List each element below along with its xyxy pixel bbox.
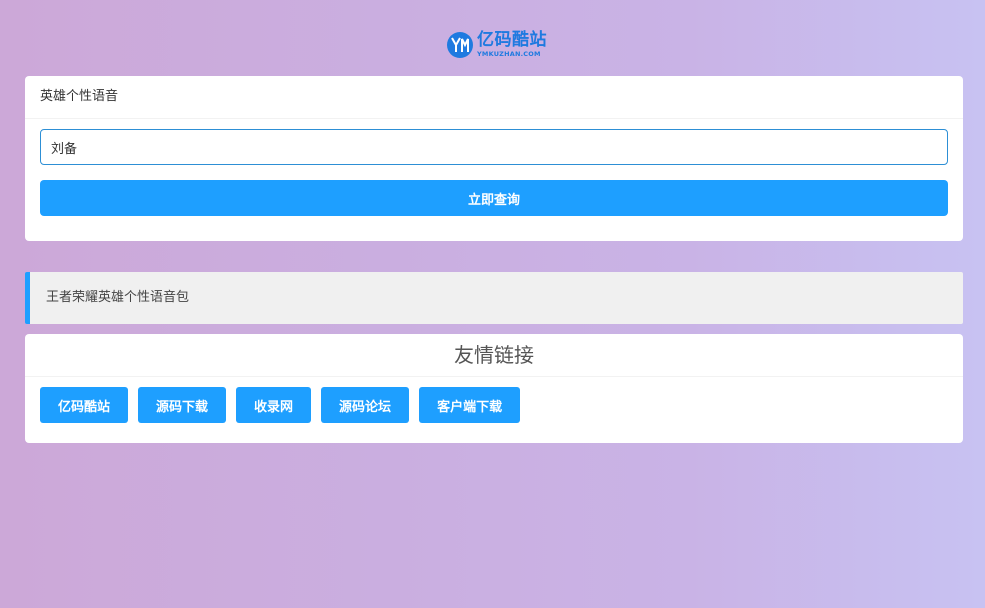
notice-banner: 王者荣耀英雄个性语音包 [25,272,963,324]
links-card-title: 友情链接 [25,334,963,377]
logo-text: 亿码酷站 YMKUZHAN.COM [477,32,547,58]
logo-mark-icon [447,32,473,58]
link-directory[interactable]: 收录网 [236,387,312,423]
links-card: 友情链接 亿码酷站 源码下载 收录网 源码论坛 客户端下载 [25,334,963,443]
site-logo[interactable]: 亿码酷站 YMKUZHAN.COM [446,30,547,60]
link-ymkuzhan[interactable]: 亿码酷站 [40,387,129,423]
logo-domain: YMKUZHAN.COM [477,50,541,59]
friend-links: 亿码酷站 源码下载 收录网 源码论坛 客户端下载 [40,387,521,423]
logo-name: 亿码酷站 [477,30,547,51]
link-client-download[interactable]: 客户端下载 [419,387,521,423]
link-source-forum[interactable]: 源码论坛 [321,387,410,423]
query-card: 英雄个性语音 立即查询 [25,76,963,241]
link-source-download[interactable]: 源码下载 [138,387,227,423]
query-button[interactable]: 立即查询 [40,180,948,216]
hero-name-input[interactable] [40,129,948,165]
query-card-title: 英雄个性语音 [25,76,963,119]
